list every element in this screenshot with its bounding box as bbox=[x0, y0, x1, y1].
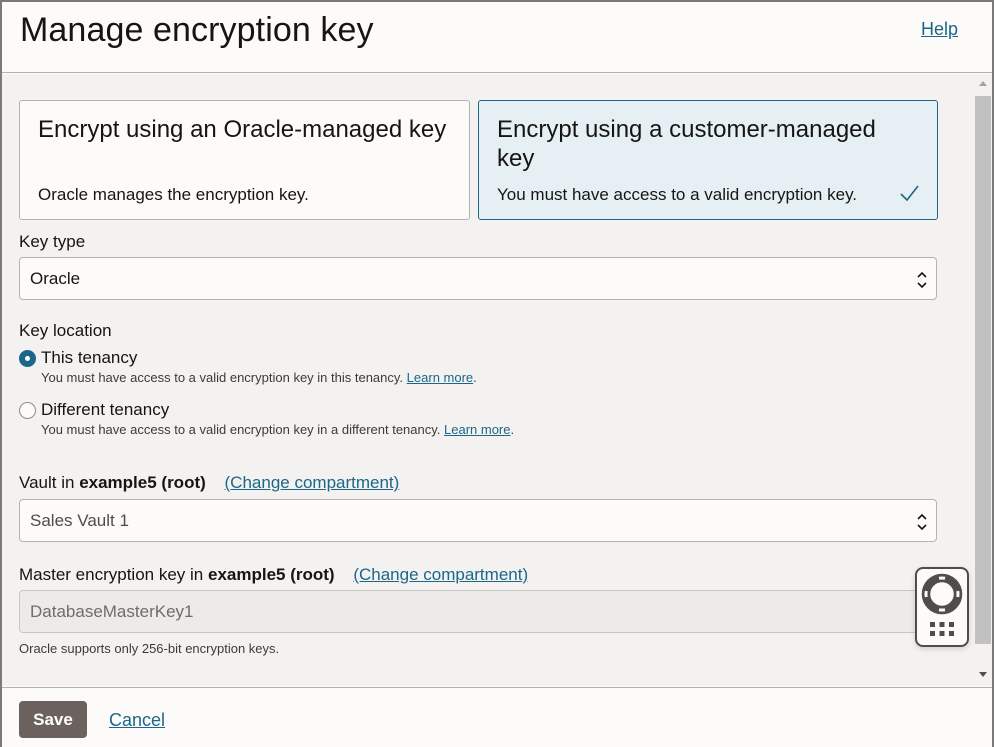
dialog-footer: Save Cancel bbox=[2, 687, 992, 747]
scroll-up-arrow-icon[interactable] bbox=[979, 81, 987, 86]
help-text: You must have access to a valid encrypti… bbox=[41, 422, 441, 437]
vault-compartment-name: example5 (root) bbox=[79, 473, 206, 492]
key-location-label: Key location bbox=[19, 321, 112, 340]
vault-select[interactable]: Sales Vault 1 bbox=[19, 499, 937, 542]
vault-change-compartment-link[interactable]: (Change compartment) bbox=[225, 473, 400, 492]
radio-label: This tenancy bbox=[41, 348, 138, 367]
chevron-up-down-icon bbox=[917, 271, 927, 289]
option-card-oracle-managed[interactable]: Encrypt using an Oracle-managed key Orac… bbox=[19, 100, 470, 220]
apps-grid-icon bbox=[930, 622, 954, 636]
scroll-down-arrow-icon[interactable] bbox=[979, 672, 987, 677]
vault-value: Sales Vault 1 bbox=[30, 511, 129, 530]
dialog-body: Encrypt using an Oracle-managed key Orac… bbox=[2, 74, 992, 686]
key-size-note: Oracle supports only 256-bit encryption … bbox=[19, 641, 280, 656]
vault-label: Vault in example5 (root) (Change compart… bbox=[19, 473, 399, 493]
help-text: You must have access to a valid encrypti… bbox=[41, 370, 404, 385]
radio-button-checked[interactable] bbox=[19, 350, 36, 367]
master-key-label-prefix: Master encryption key in bbox=[19, 565, 204, 584]
learn-more-link[interactable]: Learn more bbox=[407, 370, 473, 385]
chevron-up-down-icon bbox=[917, 513, 927, 531]
master-key-value: DatabaseMasterKey1 bbox=[30, 602, 194, 621]
help-support-widget[interactable] bbox=[915, 567, 969, 647]
radio-help-text: You must have access to a valid encrypti… bbox=[41, 422, 515, 437]
dialog-header: Manage encryption key Help bbox=[2, 2, 992, 73]
radio-help-text: You must have access to a valid encrypti… bbox=[41, 370, 477, 385]
option-card-title: Encrypt using a customer-managed key bbox=[497, 116, 876, 172]
help-link[interactable]: Help bbox=[921, 19, 958, 40]
master-key-change-compartment-link[interactable]: (Change compartment) bbox=[353, 565, 528, 584]
master-key-field: DatabaseMasterKey1 bbox=[19, 590, 937, 633]
option-card-description: Oracle manages the encryption key. bbox=[38, 185, 309, 204]
checkmark-icon bbox=[900, 185, 919, 202]
option-card-description: You must have access to a valid encrypti… bbox=[497, 185, 858, 204]
radio-button-unchecked[interactable] bbox=[19, 402, 36, 419]
key-type-label: Key type bbox=[19, 232, 86, 251]
page-title: Manage encryption key bbox=[20, 11, 374, 49]
vault-label-prefix: Vault in bbox=[19, 473, 75, 492]
manage-encryption-key-dialog: Manage encryption key Help Encrypt using… bbox=[0, 0, 994, 747]
master-key-compartment-name: example5 (root) bbox=[207, 565, 335, 584]
key-type-value: Oracle bbox=[30, 269, 81, 288]
learn-more-link[interactable]: Learn more bbox=[444, 422, 510, 437]
key-type-select[interactable]: Oracle bbox=[19, 257, 937, 300]
cancel-link[interactable]: Cancel bbox=[109, 710, 165, 731]
vertical-scrollbar[interactable] bbox=[974, 74, 992, 686]
option-card-customer-managed[interactable]: Encrypt using a customer-managed key You… bbox=[478, 100, 938, 220]
option-card-title: Encrypt using an Oracle-managed key bbox=[38, 116, 447, 143]
master-key-label: Master encryption key in example5 (root)… bbox=[19, 565, 528, 585]
lifebuoy-icon bbox=[921, 573, 963, 636]
scrollbar-thumb[interactable] bbox=[975, 96, 991, 644]
save-button[interactable]: Save bbox=[19, 701, 87, 738]
radio-label: Different tenancy bbox=[41, 400, 170, 419]
